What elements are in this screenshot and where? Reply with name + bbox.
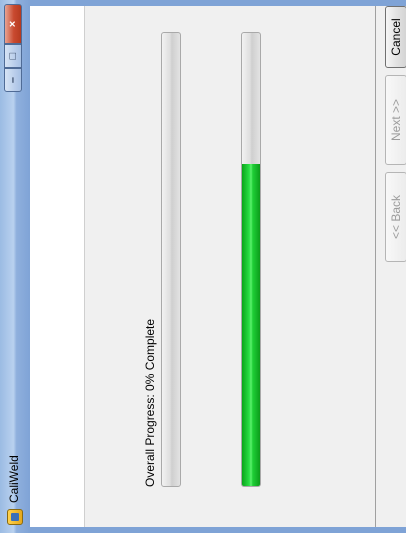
title-bar[interactable]: CaliWeld – □ × [0, 0, 31, 533]
overall-progress-label: Overall Progress: 0% Complete [143, 318, 157, 487]
header-banner [30, 6, 85, 527]
next-button[interactable]: Next >> [385, 75, 406, 165]
window-title: CaliWeld [7, 455, 21, 503]
progress-panel: Overall Progress: 0% Complete [85, 6, 375, 527]
caption-buttons: – □ × [4, 4, 24, 92]
minimize-button[interactable]: – [4, 68, 22, 92]
app-icon [7, 509, 23, 525]
overall-progress-bar [161, 32, 181, 487]
close-button[interactable]: × [4, 4, 22, 44]
current-progress-bar [241, 32, 261, 487]
button-separator [375, 6, 376, 527]
installer-window: CaliWeld – □ × Overall Progress: 0% Comp… [0, 0, 406, 533]
window-frame-left [30, 527, 406, 533]
maximize-button[interactable]: □ [4, 44, 22, 68]
current-progress-fill [242, 164, 260, 486]
cancel-button[interactable]: Cancel [385, 6, 406, 68]
back-button[interactable]: << Back [385, 172, 406, 262]
